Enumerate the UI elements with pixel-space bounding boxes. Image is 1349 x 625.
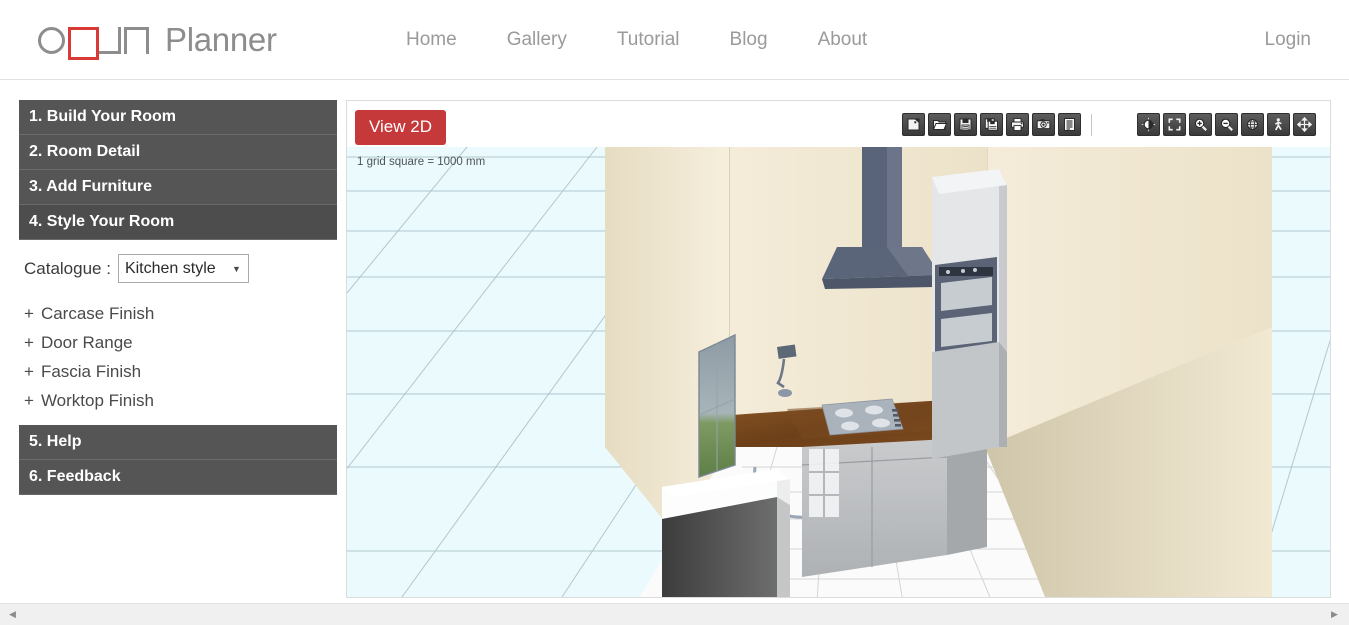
sidebar-step-room-detail[interactable]: 2. Room Detail	[19, 135, 337, 170]
nav-item-gallery[interactable]: Gallery	[507, 29, 567, 51]
expand-plus-icon: +	[24, 332, 34, 352]
scroll-right-arrow-icon[interactable]: ▶	[1326, 604, 1343, 625]
login-link[interactable]: Login	[1265, 0, 1312, 80]
sidebar-step-style-your-room[interactable]: 4. Style Your Room	[19, 205, 337, 240]
expand-plus-icon: +	[24, 361, 34, 381]
nav-item-about[interactable]: About	[818, 29, 868, 51]
logo-mark	[38, 26, 149, 60]
finish-group-carcase-finish[interactable]: + Carcase Finish	[19, 299, 337, 328]
finish-group-fascia-finish[interactable]: + Fascia Finish	[19, 357, 337, 386]
orbit-globe-icon[interactable]	[1241, 113, 1264, 136]
nav-item-home[interactable]: Home	[406, 29, 457, 51]
report-list-icon[interactable]	[1058, 113, 1081, 136]
scroll-left-arrow-icon[interactable]: ◀	[4, 604, 21, 625]
expand-plus-icon: +	[24, 303, 34, 323]
3d-canvas[interactable]: 1 grid square = 1000 mm	[347, 147, 1330, 597]
scroll-track[interactable]	[21, 604, 1326, 625]
logo-letter-p-icon	[68, 26, 99, 60]
nav-item-blog[interactable]: Blog	[730, 29, 768, 51]
main-navigation: Home Gallery Tutorial Blog About	[406, 0, 867, 80]
chevron-down-icon: ▼	[232, 263, 241, 274]
nav-item-tutorial[interactable]: Tutorial	[617, 29, 680, 51]
new-design-icon[interactable]	[902, 113, 925, 136]
site-header: Planner Home Gallery Tutorial Blog About…	[0, 0, 1349, 80]
logo[interactable]: Planner	[38, 18, 277, 62]
zoom-in-icon[interactable]	[1189, 113, 1212, 136]
finish-group-label: Carcase Finish	[40, 303, 155, 323]
catalogue-row: Catalogue : Kitchen style ▼	[19, 254, 337, 283]
logo-letter-u-icon	[96, 26, 121, 54]
sidebar-step-help[interactable]: 5. Help	[19, 425, 337, 460]
kitchen-room-render	[347, 147, 1330, 597]
fit-to-screen-icon[interactable]	[1163, 113, 1186, 136]
zoom-out-icon[interactable]	[1215, 113, 1238, 136]
finish-group-label: Door Range	[40, 332, 133, 352]
grid-scale-note: 1 grid square = 1000 mm	[357, 156, 486, 168]
viewport-toolbar: View 2D	[347, 101, 1330, 147]
walkthrough-person-icon[interactable]	[1267, 113, 1290, 136]
snapshot-camera-icon[interactable]	[1032, 113, 1055, 136]
print-icon[interactable]	[1006, 113, 1029, 136]
finish-group-door-range[interactable]: + Door Range	[19, 328, 337, 357]
catalogue-select-value: Kitchen style	[124, 259, 216, 277]
sidebar-step-feedback[interactable]: 6. Feedback	[19, 460, 337, 495]
save-design-icon[interactable]	[954, 113, 977, 136]
toolbar-divider	[1091, 114, 1092, 136]
logo-wordmark: Planner	[165, 21, 277, 58]
finish-group-worktop-finish[interactable]: + Worktop Finish	[19, 386, 337, 415]
logo-letter-n-icon	[124, 26, 149, 54]
design-viewport: View 2D 1 grid square = 1000 mm	[346, 100, 1331, 598]
horizontal-scrollbar[interactable]: ◀ ▶	[0, 603, 1349, 625]
finish-group-label: Worktop Finish	[40, 390, 154, 410]
lighting-icon[interactable]	[1137, 113, 1160, 136]
wizard-sidebar: 1. Build Your Room 2. Room Detail 3. Add…	[19, 100, 337, 495]
catalogue-select[interactable]: Kitchen style ▼	[117, 254, 249, 283]
sidebar-step-build-your-room[interactable]: 1. Build Your Room	[19, 100, 337, 135]
open-design-icon[interactable]	[928, 113, 951, 136]
view-2d-toggle-button[interactable]: View 2D	[355, 110, 446, 145]
logo-letter-o-icon	[38, 26, 65, 54]
pan-move-icon[interactable]	[1293, 113, 1316, 136]
file-tool-group	[902, 113, 1081, 136]
view-tool-group	[1137, 113, 1316, 136]
catalogue-label: Catalogue :	[24, 258, 111, 278]
style-your-room-panel: Catalogue : Kitchen style ▼ + Carcase Fi…	[19, 240, 337, 425]
expand-plus-icon: +	[24, 390, 34, 410]
save-as-design-icon[interactable]	[980, 113, 1003, 136]
sidebar-step-add-furniture[interactable]: 3. Add Furniture	[19, 170, 337, 205]
finish-group-label: Fascia Finish	[40, 361, 142, 381]
